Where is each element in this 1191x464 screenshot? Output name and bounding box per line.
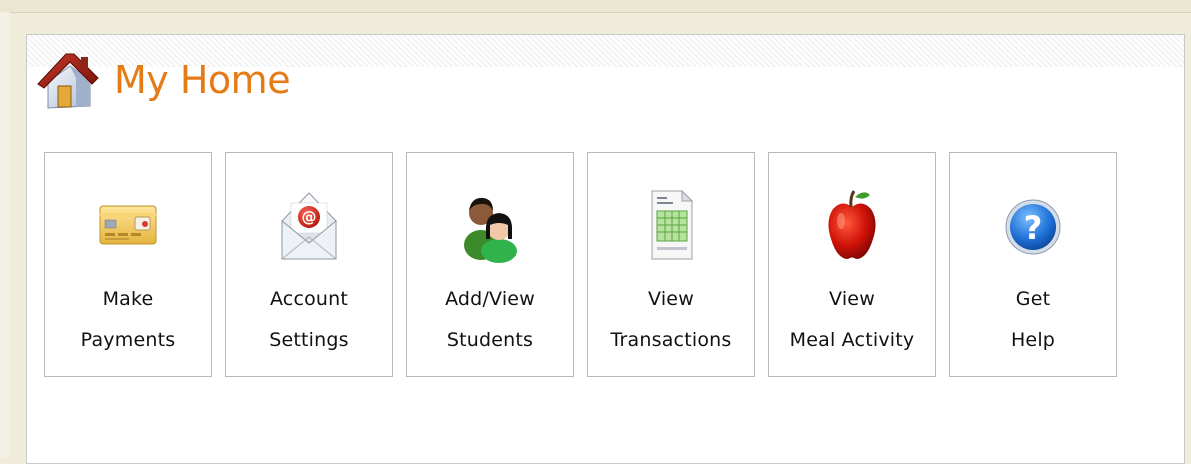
get-help-tile[interactable]: ? Get Help <box>949 152 1117 377</box>
tile-menu: Make Payments @ Account Settings Add/Vie… <box>44 152 1117 377</box>
tile-label: Get Help <box>1011 279 1055 361</box>
tile-label: Add/View Students <box>445 279 535 361</box>
page-header: My Home <box>36 48 291 112</box>
svg-text:?: ? <box>1024 209 1043 247</box>
tile-label-line: Add/View <box>445 288 535 310</box>
tile-label: View Transactions <box>611 279 732 361</box>
tile-label-line: Account <box>269 288 349 310</box>
tile-label: View Meal Activity <box>790 279 915 361</box>
tile-label: Account Settings <box>269 279 349 361</box>
add-view-students-tile[interactable]: Add/View Students <box>406 152 574 377</box>
apple-icon <box>820 187 884 263</box>
view-meal-activity-tile[interactable]: View Meal Activity <box>768 152 936 377</box>
tile-label-line: Get <box>1015 288 1051 310</box>
tile-label: Make Payments <box>81 279 176 361</box>
tile-label-line: Transactions <box>610 329 732 351</box>
tile-label-line: Students <box>446 329 534 351</box>
help-question-icon: ? <box>1001 187 1065 263</box>
tile-label-line: Settings <box>269 329 349 351</box>
top-strip <box>0 0 1191 13</box>
tile-label-line: View <box>829 288 875 310</box>
account-settings-tile[interactable]: @ Account Settings <box>225 152 393 377</box>
left-strip <box>0 12 10 458</box>
svg-text:@: @ <box>302 208 317 226</box>
tile-label-line: View <box>648 288 694 310</box>
page-title: My Home <box>114 58 291 102</box>
email-envelope-icon: @ <box>277 187 341 263</box>
view-transactions-tile[interactable]: View Transactions <box>587 152 755 377</box>
tile-label-line: Meal Activity <box>789 329 915 351</box>
house-icon <box>37 53 99 109</box>
tile-label-line: Payments <box>80 329 176 351</box>
tile-label-line: Make <box>102 288 154 310</box>
make-payments-tile[interactable]: Make Payments <box>44 152 212 377</box>
credit-card-icon <box>96 187 160 263</box>
students-icon <box>458 187 522 263</box>
tile-label-line: Help <box>1010 329 1056 351</box>
spreadsheet-document-icon <box>639 187 703 263</box>
